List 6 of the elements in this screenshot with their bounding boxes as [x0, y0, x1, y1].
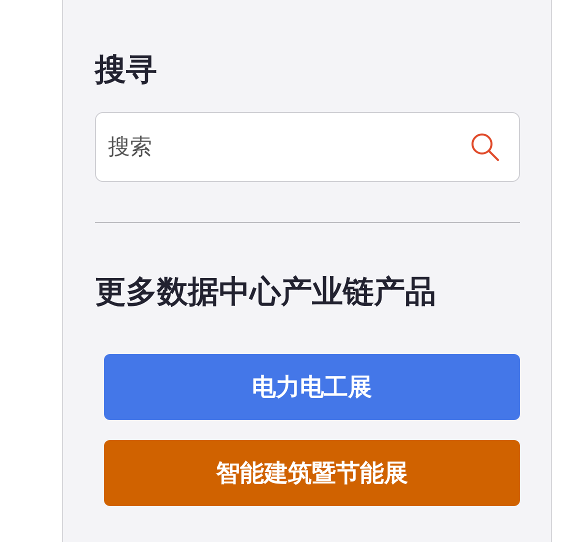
search-icon[interactable] [470, 132, 500, 162]
section-title: 搜寻 [95, 51, 158, 90]
section-title: 更多数据中心产业链产品 [95, 273, 437, 312]
exhibition-button[interactable]: 智能建筑暨节能展 [104, 440, 520, 506]
exhibition-button[interactable]: 电力电工展 [104, 354, 520, 420]
search-field[interactable]: 搜索 [95, 112, 520, 182]
